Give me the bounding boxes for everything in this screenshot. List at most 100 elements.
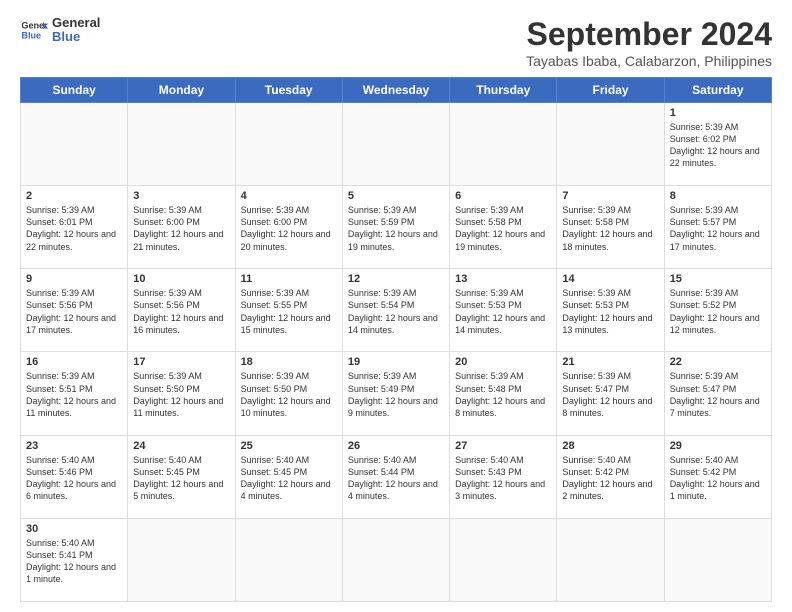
col-wednesday: Wednesday [342, 78, 449, 103]
day-number: 7 [562, 190, 658, 202]
day-info: Sunrise: 5:40 AMSunset: 5:45 PMDaylight:… [133, 454, 229, 503]
calendar-cell: 19 Sunrise: 5:39 AMSunset: 5:49 PMDayligh… [342, 352, 449, 435]
calendar-cell: 23Sunrise: 5:40 AMSunset: 5:46 PMDayligh… [21, 435, 128, 518]
day-info: Sunrise: 5:39 AMSunset: 5:55 PMDaylight:… [241, 287, 337, 336]
calendar-cell [128, 103, 235, 186]
logo: General Blue General Blue [20, 16, 100, 45]
day-number: 30 [26, 523, 122, 535]
day-info: Sunrise: 5:39 AMSunset: 5:58 PMDaylight:… [562, 204, 658, 253]
calendar-cell: 13 Sunrise: 5:39 AMSunset: 5:53 PMDayligh… [450, 269, 557, 352]
day-info: Sunrise: 5:39 AMSunset: 5:53 PMDaylight:… [455, 287, 551, 336]
day-number: 12 [348, 273, 444, 285]
calendar-cell: 14Sunrise: 5:39 AMSunset: 5:53 PMDayligh… [557, 269, 664, 352]
day-info: Sunrise: 5:39 AMSunset: 5:49 PMDaylight:… [348, 370, 444, 419]
day-number: 16 [26, 356, 122, 368]
calendar-cell: 24Sunrise: 5:40 AMSunset: 5:45 PMDayligh… [128, 435, 235, 518]
day-info: Sunrise: 5:40 AMSunset: 5:46 PMDaylight:… [26, 454, 122, 503]
col-tuesday: Tuesday [235, 78, 342, 103]
calendar-cell: 6Sunrise: 5:39 AMSunset: 5:58 PMDaylight… [450, 186, 557, 269]
day-number: 29 [670, 440, 766, 452]
col-sunday: Sunday [21, 78, 128, 103]
calendar-cell [235, 103, 342, 186]
calendar-cell: 21 Sunrise: 5:39 AMSunset: 5:47 PMDayligh… [557, 352, 664, 435]
calendar-cell [557, 518, 664, 601]
calendar-cell: 28Sunrise: 5:40 AMSunset: 5:42 PMDayligh… [557, 435, 664, 518]
calendar-cell [342, 103, 449, 186]
calendar-table: Sunday Monday Tuesday Wednesday Thursday… [20, 77, 772, 602]
day-number: 2 [26, 190, 122, 202]
logo-icon: General Blue [20, 16, 48, 44]
day-number: 9 [26, 273, 122, 285]
calendar-cell: 8 Sunrise: 5:39 AMSunset: 5:57 PMDaylight… [664, 186, 771, 269]
day-number: 21 [562, 356, 658, 368]
day-info: Sunrise: 5:39 AMSunset: 5:48 PMDaylight:… [455, 370, 551, 419]
calendar-cell: 3Sunrise: 5:39 AMSunset: 6:00 PMDaylight… [128, 186, 235, 269]
day-number: 10 [133, 273, 229, 285]
calendar-cell: 15Sunrise: 5:39 AMSunset: 5:52 PMDayligh… [664, 269, 771, 352]
calendar-cell: 10 Sunrise: 5:39 AMSunset: 5:56 PMDayligh… [128, 269, 235, 352]
calendar-week-4: 23Sunrise: 5:40 AMSunset: 5:46 PMDayligh… [21, 435, 772, 518]
calendar-cell: 22Sunrise: 5:39 AMSunset: 5:47 PMDayligh… [664, 352, 771, 435]
day-info: Sunrise: 5:39 AMSunset: 6:00 PMDaylight:… [241, 204, 337, 253]
day-number: 27 [455, 440, 551, 452]
calendar-cell: 11 Sunrise: 5:39 AMSunset: 5:55 PMDayligh… [235, 269, 342, 352]
calendar-week-5: 30 Sunrise: 5:40 AMSunset: 5:41 PMDayligh… [21, 518, 772, 601]
day-info: Sunrise: 5:40 AMSunset: 5:42 PMDaylight:… [670, 454, 766, 503]
month-title: September 2024 [526, 16, 772, 53]
day-info: Sunrise: 5:40 AMSunset: 5:42 PMDaylight:… [562, 454, 658, 503]
day-number: 13 [455, 273, 551, 285]
calendar-cell [664, 518, 771, 601]
calendar-week-1: 2Sunrise: 5:39 AMSunset: 6:01 PMDaylight… [21, 186, 772, 269]
day-info: Sunrise: 5:39 AMSunset: 6:02 PMDaylight:… [670, 121, 766, 170]
day-number: 1 [670, 107, 766, 119]
calendar-cell: 7 Sunrise: 5:39 AMSunset: 5:58 PMDaylight… [557, 186, 664, 269]
col-thursday: Thursday [450, 78, 557, 103]
calendar-cell: 25 Sunrise: 5:40 AMSunset: 5:45 PMDayligh… [235, 435, 342, 518]
day-info: Sunrise: 5:39 AMSunset: 5:56 PMDaylight:… [133, 287, 229, 336]
day-number: 19 [348, 356, 444, 368]
calendar-cell [342, 518, 449, 601]
calendar-cell: 1 Sunrise: 5:39 AMSunset: 6:02 PMDaylight… [664, 103, 771, 186]
day-number: 5 [348, 190, 444, 202]
calendar-cell: 30 Sunrise: 5:40 AMSunset: 5:41 PMDayligh… [21, 518, 128, 601]
day-number: 20 [455, 356, 551, 368]
calendar-cell: 16 Sunrise: 5:39 AMSunset: 5:51 PMDayligh… [21, 352, 128, 435]
day-info: Sunrise: 5:40 AMSunset: 5:41 PMDaylight:… [26, 537, 122, 586]
day-number: 25 [241, 440, 337, 452]
calendar-cell [450, 103, 557, 186]
logo-line2: Blue [52, 30, 100, 44]
calendar-cell [557, 103, 664, 186]
day-number: 11 [241, 273, 337, 285]
day-number: 26 [348, 440, 444, 452]
day-number: 3 [133, 190, 229, 202]
calendar-cell: 27 Sunrise: 5:40 AMSunset: 5:43 PMDayligh… [450, 435, 557, 518]
page: General Blue General Blue September 2024… [0, 0, 792, 612]
day-info: Sunrise: 5:39 AMSunset: 5:51 PMDaylight:… [26, 370, 122, 419]
day-info: Sunrise: 5:39 AMSunset: 5:58 PMDaylight:… [455, 204, 551, 253]
calendar-cell: 17Sunrise: 5:39 AMSunset: 5:50 PMDayligh… [128, 352, 235, 435]
calendar-cell [235, 518, 342, 601]
day-info: Sunrise: 5:39 AMSunset: 5:50 PMDaylight:… [241, 370, 337, 419]
calendar-cell: 2Sunrise: 5:39 AMSunset: 6:01 PMDaylight… [21, 186, 128, 269]
title-block: September 2024 Tayabas Ibaba, Calabarzon… [526, 16, 772, 69]
day-number: 4 [241, 190, 337, 202]
calendar-week-3: 16 Sunrise: 5:39 AMSunset: 5:51 PMDayligh… [21, 352, 772, 435]
day-info: Sunrise: 5:39 AMSunset: 5:50 PMDaylight:… [133, 370, 229, 419]
calendar-cell [450, 518, 557, 601]
day-info: Sunrise: 5:39 AMSunset: 5:57 PMDaylight:… [670, 204, 766, 253]
day-info: Sunrise: 5:40 AMSunset: 5:45 PMDaylight:… [241, 454, 337, 503]
day-info: Sunrise: 5:39 AMSunset: 5:53 PMDaylight:… [562, 287, 658, 336]
calendar-week-2: 9 Sunrise: 5:39 AMSunset: 5:56 PMDaylight… [21, 269, 772, 352]
day-info: Sunrise: 5:39 AMSunset: 5:47 PMDaylight:… [562, 370, 658, 419]
calendar-cell: 26 Sunrise: 5:40 AMSunset: 5:44 PMDayligh… [342, 435, 449, 518]
day-info: Sunrise: 5:40 AMSunset: 5:44 PMDaylight:… [348, 454, 444, 503]
calendar-cell: 4 Sunrise: 5:39 AMSunset: 6:00 PMDaylight… [235, 186, 342, 269]
day-number: 8 [670, 190, 766, 202]
day-info: Sunrise: 5:39 AMSunset: 5:59 PMDaylight:… [348, 204, 444, 253]
day-info: Sunrise: 5:40 AMSunset: 5:43 PMDaylight:… [455, 454, 551, 503]
day-info: Sunrise: 5:39 AMSunset: 5:56 PMDaylight:… [26, 287, 122, 336]
col-saturday: Saturday [664, 78, 771, 103]
calendar-cell: 5 Sunrise: 5:39 AMSunset: 5:59 PMDaylight… [342, 186, 449, 269]
calendar-cell: 12Sunrise: 5:39 AMSunset: 5:54 PMDayligh… [342, 269, 449, 352]
day-info: Sunrise: 5:39 AMSunset: 5:47 PMDaylight:… [670, 370, 766, 419]
